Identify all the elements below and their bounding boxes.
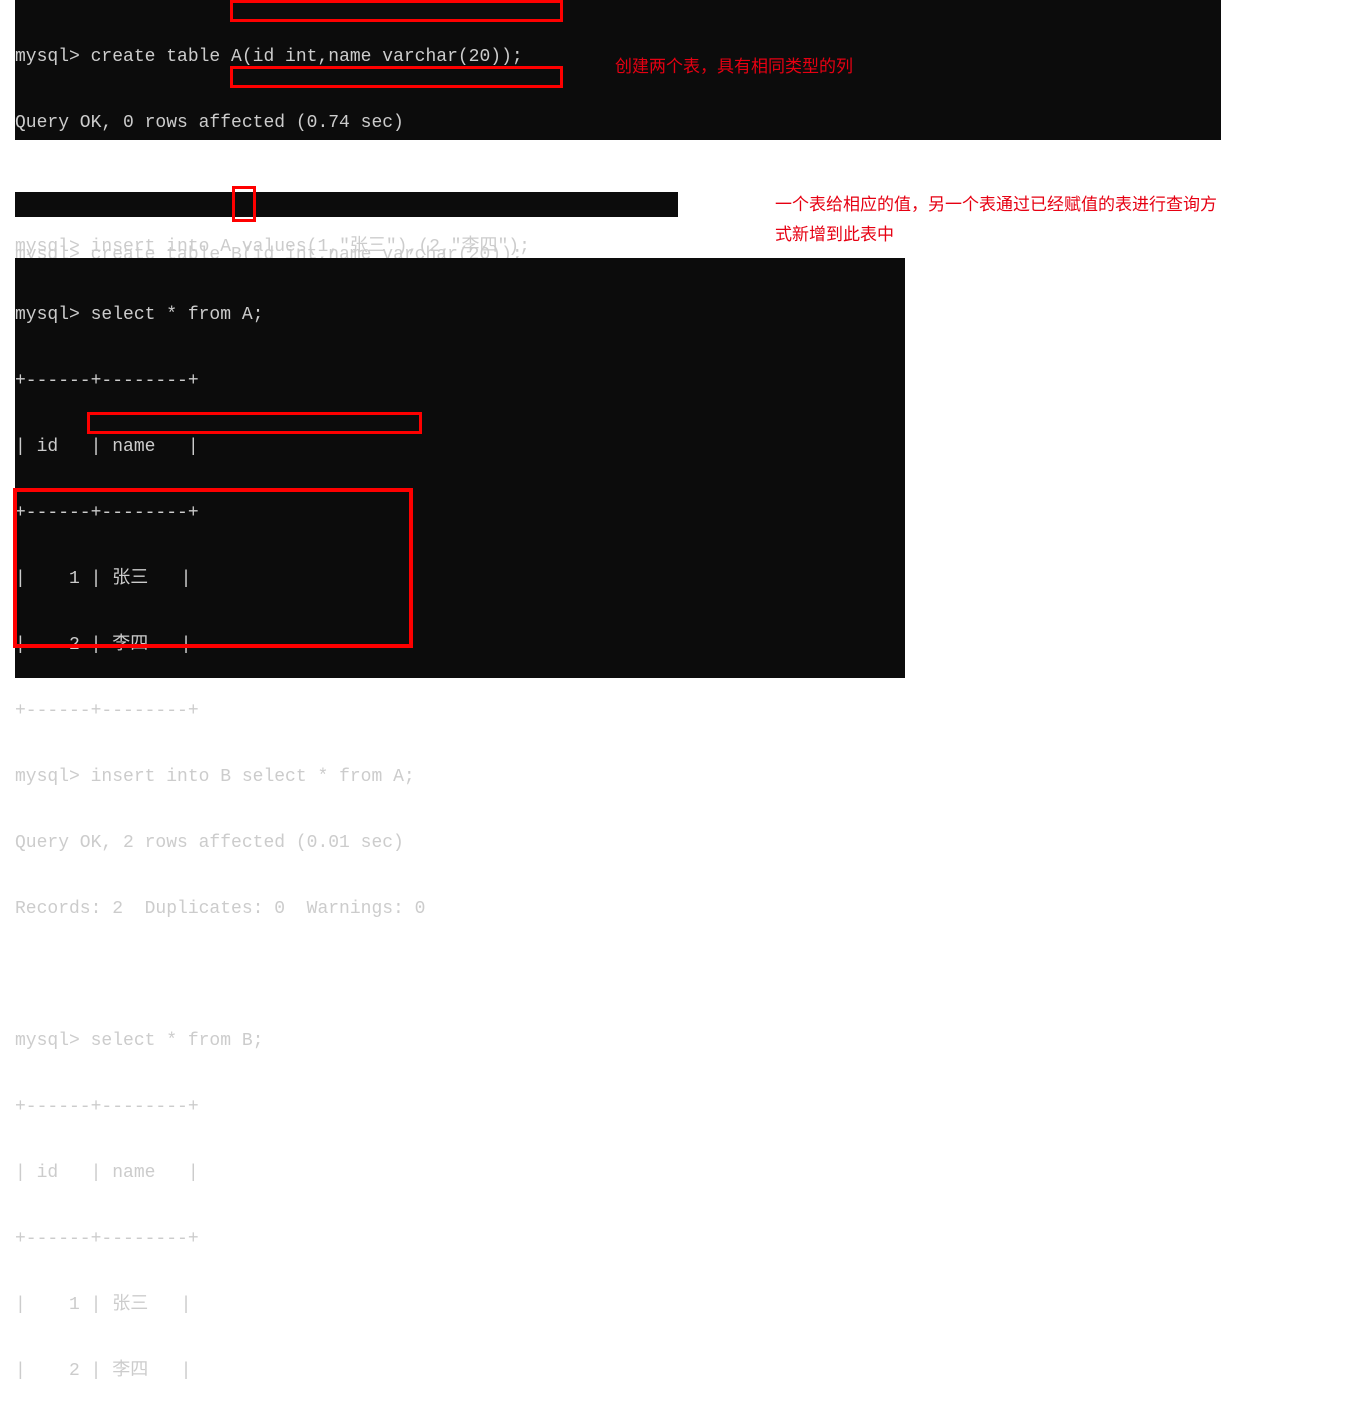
annotation-create-tables: 创建两个表，具有相同类型的列 [615, 52, 935, 82]
insert-a-letter: A [220, 237, 231, 257]
table-b-border-top: +------+--------+ [15, 1096, 905, 1118]
insert-b-records: Records: 2 Duplicates: 0 Warnings: 0 [15, 898, 905, 920]
table-b-border-mid: +------+--------+ [15, 1228, 905, 1250]
create-a-stmt: A(id int,name varchar(20)); [231, 47, 523, 67]
create-a-prompt: mysql> create table [15, 47, 231, 67]
insert-b-prompt: mysql> [15, 767, 91, 787]
table-a-border-mid: +------+--------+ [15, 502, 905, 524]
insert-b-result: Query OK, 2 rows affected (0.01 sec) [15, 832, 905, 854]
terminal-block-select-insert: mysql> select * from A; +------+--------… [15, 258, 905, 678]
highlight-box-create-a [230, 0, 563, 22]
table-a-border-top: +------+--------+ [15, 370, 905, 392]
insert-b-stmt: insert into B select * from A; [91, 767, 415, 787]
blank-line-2 [15, 964, 905, 986]
select-b-stmt: mysql> select * from B; [15, 1030, 905, 1052]
table-b-row-2: | 2 | 李四 | [15, 1360, 905, 1382]
insert-a-prompt: mysql> insert into [15, 237, 220, 257]
table-a-header: | id | name | [15, 436, 905, 458]
terminal-block-create: mysql> create table A(id int,name varcha… [15, 0, 1221, 140]
table-a-border-bot: +------+--------+ [15, 700, 905, 722]
table-b-header: | id | name | [15, 1162, 905, 1184]
table-a-row-2: | 2 | 李四 | [15, 634, 905, 656]
highlight-box-insert-b [87, 412, 422, 434]
highlight-box-create-b [230, 66, 563, 88]
table-b-row-1: | 1 | 张三 | [15, 1294, 905, 1316]
select-a-stmt: mysql> select * from A; [15, 304, 905, 326]
annotation-insert-explain: 一个表给相应的值，另一个表通过已经赋值的表进行查询方式新增到此表中 [775, 190, 1225, 250]
terminal-block-insert-a: mysql> insert into A values(1,"张三"),(2,"… [15, 192, 678, 217]
insert-a-rest: values(1,"张三"),(2,"李四"); [231, 237, 530, 257]
create-a-result: Query OK, 0 rows affected (0.74 sec) [15, 112, 1221, 134]
table-a-row-1: | 1 | 张三 | [15, 568, 905, 590]
